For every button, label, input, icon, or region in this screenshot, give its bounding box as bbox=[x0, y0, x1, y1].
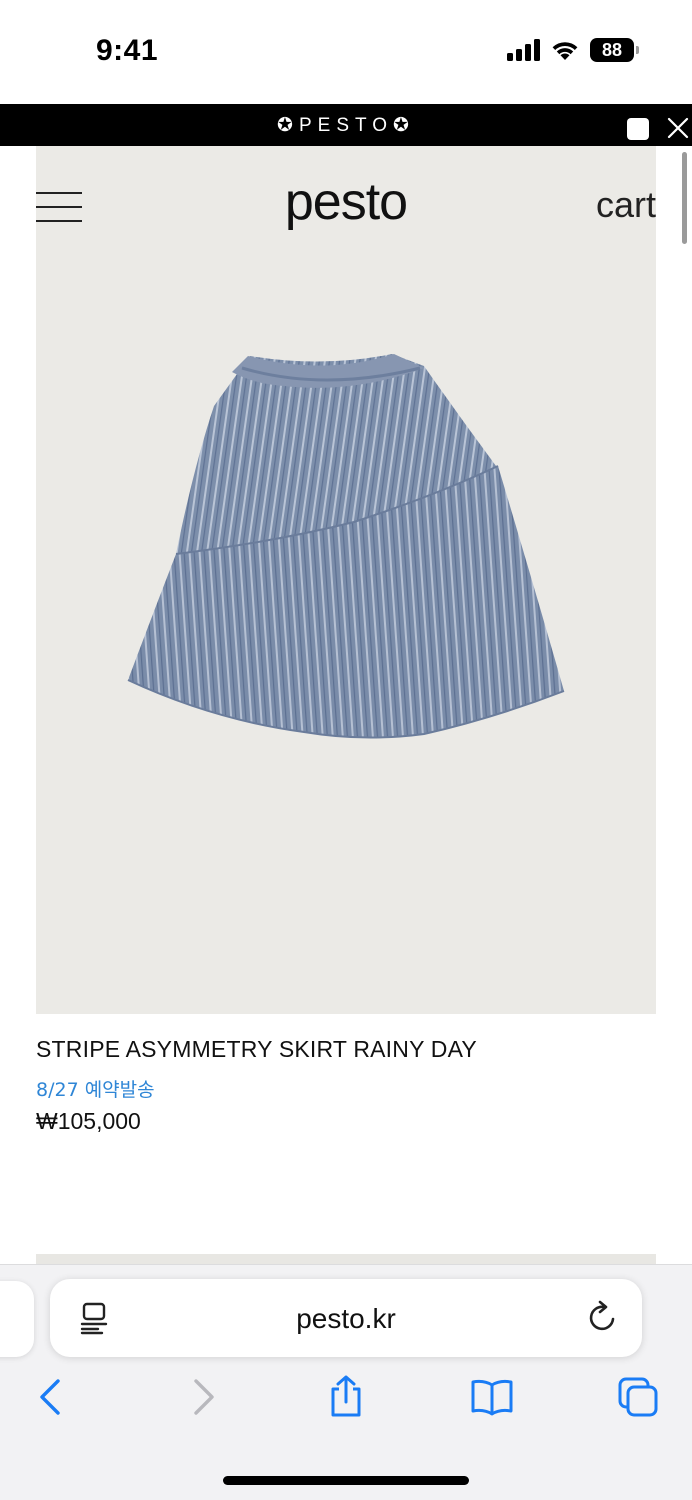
browser-toolbar: pesto.kr bbox=[0, 1264, 692, 1500]
bookmarks-icon[interactable] bbox=[470, 1375, 514, 1419]
previous-tab-preview[interactable] bbox=[0, 1281, 34, 1357]
home-indicator bbox=[223, 1476, 469, 1485]
banner-dismiss-checkbox[interactable] bbox=[627, 118, 649, 140]
battery-indicator: 88 bbox=[590, 38, 639, 62]
url-text[interactable]: pesto.kr bbox=[50, 1303, 642, 1335]
shipping-note: 8/27 예약발송 bbox=[36, 1079, 155, 1101]
status-time: 9:41 bbox=[96, 34, 159, 67]
share-icon[interactable] bbox=[324, 1375, 368, 1419]
banner-text: ✪PESTO✪ bbox=[277, 115, 415, 136]
status-bar: 9:41 88 bbox=[0, 0, 692, 104]
product-image[interactable] bbox=[124, 346, 568, 746]
page-content: pesto cart STRIPE ASYMMETRY SKIRT RAINY … bbox=[0, 146, 692, 1264]
scrollbar[interactable] bbox=[682, 152, 687, 244]
next-product-card[interactable] bbox=[36, 1254, 656, 1264]
status-icons: 88 bbox=[507, 38, 639, 62]
product-hero[interactable]: pesto cart bbox=[36, 146, 656, 1014]
site-logo[interactable]: pesto bbox=[36, 172, 656, 232]
product-name[interactable]: STRIPE ASYMMETRY SKIRT RAINY DAY bbox=[36, 1036, 656, 1063]
product-price: ₩105,000 bbox=[36, 1108, 141, 1134]
wifi-icon bbox=[552, 42, 578, 60]
announcement-banner: ✪PESTO✪ bbox=[0, 104, 692, 146]
close-icon[interactable] bbox=[664, 114, 692, 142]
product-info: STRIPE ASYMMETRY SKIRT RAINY DAY 8/27 예약… bbox=[36, 1036, 656, 1135]
reload-icon[interactable] bbox=[586, 1299, 620, 1335]
tabs-icon[interactable] bbox=[616, 1375, 660, 1419]
cellular-signal-icon bbox=[507, 39, 540, 61]
back-icon[interactable] bbox=[30, 1375, 74, 1419]
address-bar[interactable]: pesto.kr bbox=[50, 1279, 642, 1357]
cart-link[interactable]: cart bbox=[596, 184, 656, 226]
forward-icon[interactable] bbox=[180, 1375, 224, 1419]
